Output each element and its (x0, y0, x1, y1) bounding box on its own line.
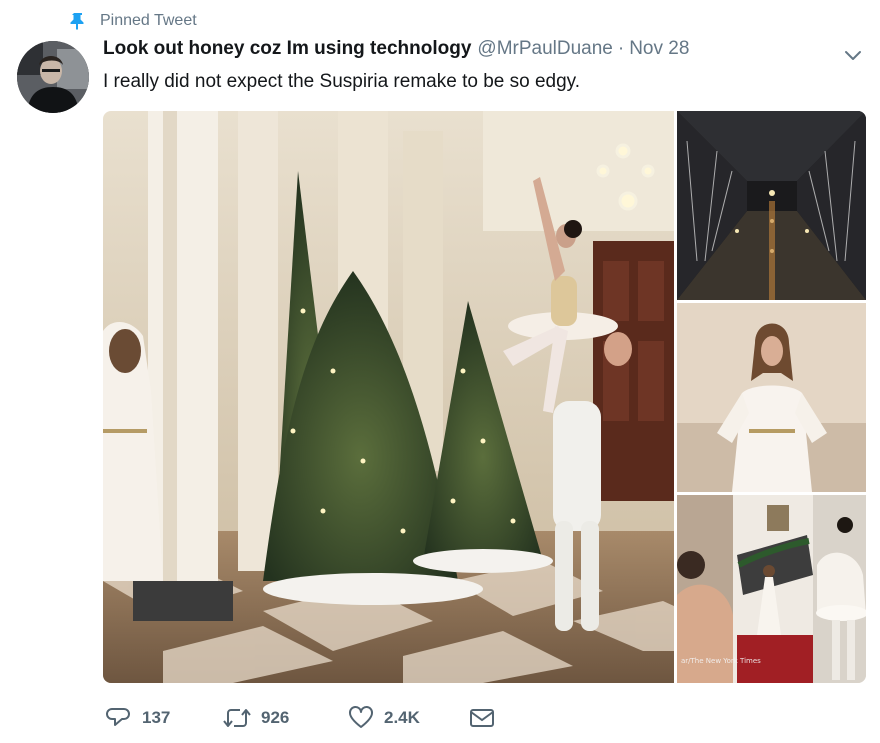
author-handle[interactable]: @MrPaulDuane (477, 38, 612, 60)
media-grid: ar/The New York Times (103, 111, 866, 683)
avatar[interactable] (17, 41, 89, 113)
envelope-icon (470, 709, 494, 727)
reply-count: 137 (142, 708, 171, 727)
photo-credit: ar/The New York Times (681, 657, 761, 665)
tweet-date[interactable]: Nov 28 (629, 38, 689, 60)
pin-icon (70, 13, 84, 30)
direct-message-button[interactable] (469, 705, 495, 731)
like-button[interactable]: 2.4K (348, 705, 420, 731)
like-count: 2.4K (384, 708, 420, 727)
photo-collage[interactable] (677, 495, 866, 683)
chevron-down-icon[interactable] (842, 44, 864, 66)
heart-icon (349, 706, 373, 728)
pinned-tweet-label: Pinned Tweet (68, 10, 197, 32)
reply-icon (106, 708, 130, 726)
tweet-header: Look out honey coz Im using technology @… (103, 38, 689, 64)
retweet-count: 926 (261, 708, 290, 727)
tweet[interactable]: Pinned Tweet Look out honey coz Im using… (0, 0, 880, 743)
retweet-button[interactable]: 926 (223, 705, 289, 731)
retweet-icon (223, 709, 251, 727)
reply-button[interactable]: 137 (106, 705, 170, 731)
photo-portrait[interactable] (677, 303, 866, 492)
pinned-text: Pinned Tweet (100, 12, 197, 29)
photo-ballet-hall[interactable] (103, 111, 674, 683)
author-display-name[interactable]: Look out honey coz Im using technology (103, 38, 471, 60)
photo-hallway[interactable] (677, 111, 866, 300)
tweet-actions: 137 926 2.4K (106, 705, 526, 731)
separator-dot: · (617, 38, 625, 59)
tweet-text: I really did not expect the Suspiria rem… (103, 71, 581, 92)
